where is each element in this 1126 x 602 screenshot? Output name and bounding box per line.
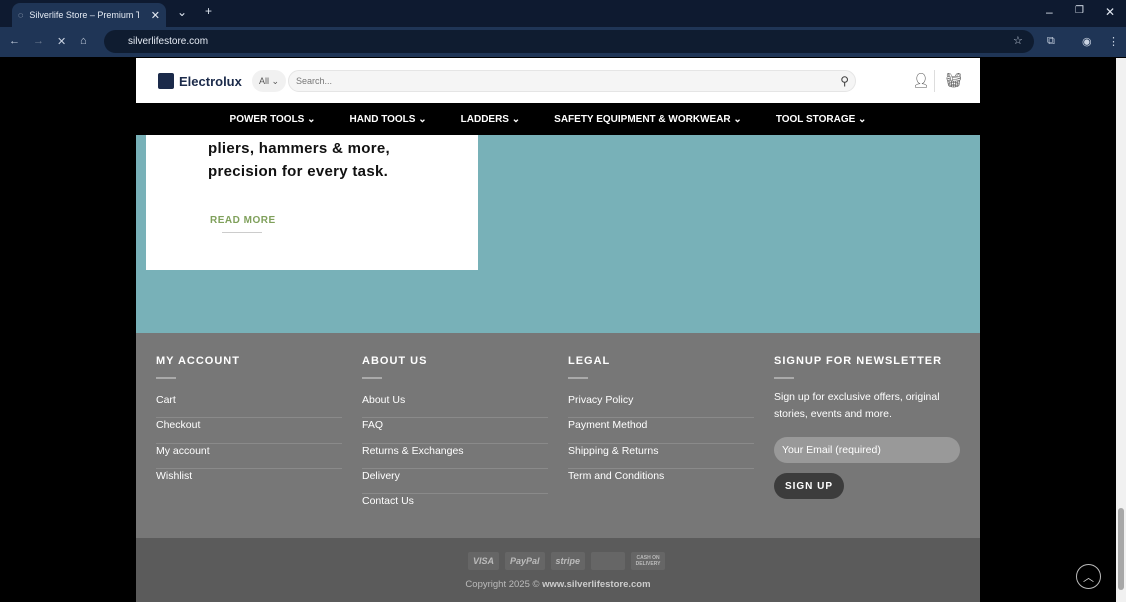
category-select[interactable]: All ⌄	[252, 70, 286, 92]
menu-kebab-icon[interactable]: ⋮	[1108, 35, 1119, 48]
cart-basket-icon[interactable]: 🧺︎	[945, 72, 963, 89]
footer-legal: LEGAL Privacy Policy Payment Method Ship…	[568, 355, 754, 494]
logo[interactable]: Electrolux	[158, 73, 242, 89]
home-icon[interactable]: ⌂	[80, 35, 87, 47]
divider	[222, 232, 262, 233]
address-bar-row: ← → ✕ ⌂ silverlifestore.com ☆ ⧉ ◉ ⋮	[0, 27, 1126, 57]
extensions-icon[interactable]: ⧉	[1047, 35, 1055, 48]
column-title: LEGAL	[568, 355, 611, 367]
copyright: Copyright 2025 © www.silverlifestore.com	[465, 579, 651, 590]
paypal-icon: PayPal	[505, 552, 545, 570]
footer-newsletter: SIGNUP FOR NEWSLETTER Sign up for exclus…	[774, 355, 960, 499]
footer-link[interactable]: Shipping & Returns	[568, 444, 754, 469]
site-favicon-icon: ◌	[18, 10, 24, 20]
footer-link[interactable]: Returns & Exchanges	[362, 444, 548, 469]
account-icon[interactable]: 👤︎	[912, 72, 930, 89]
menu-ladders[interactable]: LADDERS ⌄	[461, 114, 521, 125]
search-placeholder: Search...	[296, 76, 333, 86]
hero-card: pliers, hammers & more, precision for eve…	[146, 135, 478, 270]
footer-link[interactable]: Delivery	[362, 469, 548, 495]
footer-link[interactable]: FAQ	[362, 418, 548, 444]
column-title: ABOUT US	[362, 355, 428, 367]
mastercard-icon	[591, 552, 626, 570]
category-value: All	[258, 76, 269, 86]
site-link[interactable]: www.silverlifestore.com	[542, 579, 650, 590]
tab-title: Silverlife Store – Premium Tools	[29, 10, 140, 20]
tab-strip: ◌ Silverlife Store – Premium Tools ✕ ⌄ +…	[0, 0, 1126, 27]
browser-tab[interactable]: ◌ Silverlife Store – Premium Tools ✕	[12, 3, 166, 27]
footer-link[interactable]: Cart	[156, 393, 342, 419]
back-icon[interactable]: ←	[9, 35, 20, 47]
forward-icon[interactable]: →	[33, 35, 44, 47]
menu-safety-equipment[interactable]: SAFETY EQUIPMENT & WORKWEAR ⌄	[554, 114, 742, 125]
scrollbar-thumb[interactable]	[1118, 508, 1124, 590]
menu-hand-tools[interactable]: HAND TOOLS ⌄	[350, 114, 427, 125]
newsletter-text: Sign up for exclusive offers, original s…	[774, 391, 940, 420]
visa-icon: VISA	[468, 552, 500, 570]
close-window-icon[interactable]: ✕	[1105, 5, 1115, 19]
footer-about: ABOUT US About Us FAQ Returns & Exchange…	[362, 355, 548, 519]
web-page: Electrolux All ⌄ Search... ⚲ 👤︎ 🧺︎ POWER …	[136, 58, 980, 602]
stop-loading-icon[interactable]: ✕	[57, 35, 66, 48]
search-icon[interactable]: ⚲	[840, 74, 849, 88]
footer-link[interactable]: Privacy Policy	[568, 393, 754, 419]
chevron-up-icon: ︿	[1083, 571, 1094, 584]
cash-on-delivery-icon: CASH ON DELIVERY	[631, 552, 666, 570]
footer-link[interactable]: Payment Method	[568, 418, 754, 444]
logo-text: Electrolux	[179, 73, 242, 89]
close-tab-icon[interactable]: ✕	[151, 9, 160, 22]
column-title: SIGNUP FOR NEWSLETTER	[774, 355, 943, 367]
footer-link[interactable]: Term and Conditions	[568, 469, 754, 494]
hero-banner: pliers, hammers & more, precision for eve…	[136, 135, 980, 333]
email-placeholder: Your Email (required)	[782, 444, 881, 456]
footer-link[interactable]: Checkout	[156, 418, 342, 444]
menu-power-tools[interactable]: POWER TOOLS ⌄	[230, 114, 316, 125]
tab-list-icon[interactable]: ⌄	[177, 5, 187, 19]
url-field[interactable]: silverlifestore.com	[104, 30, 1034, 53]
payment-icons: VISA PayPal stripe CASH ON DELIVERY	[468, 552, 666, 570]
footer-link[interactable]: Contact Us	[362, 494, 548, 519]
footer-link[interactable]: My account	[156, 444, 342, 469]
new-tab-icon[interactable]: +	[205, 4, 212, 18]
divider	[934, 70, 935, 92]
restore-icon[interactable]: ❐	[1075, 5, 1084, 16]
footer: MY ACCOUNT Cart Checkout My account Wish…	[136, 333, 980, 538]
hero-text: pliers, hammers & more, precision for eve…	[208, 140, 390, 180]
footer-bottom: VISA PayPal stripe CASH ON DELIVERY Copy…	[136, 538, 980, 602]
scrollbar[interactable]	[1116, 58, 1126, 602]
menu-tool-storage[interactable]: TOOL STORAGE ⌄	[776, 114, 867, 125]
url-text: silverlifestore.com	[128, 36, 209, 47]
sign-up-button[interactable]: SIGN UP	[774, 473, 844, 499]
search-input[interactable]: Search... ⚲	[288, 70, 856, 92]
back-to-top-button[interactable]: ︿	[1076, 564, 1101, 589]
email-input[interactable]: Your Email (required)	[774, 437, 960, 463]
electrolux-logo-icon	[158, 73, 174, 89]
site-header: Electrolux All ⌄ Search... ⚲ 👤︎ 🧺︎	[136, 58, 980, 103]
stripe-icon: stripe	[550, 552, 586, 570]
footer-link[interactable]: About Us	[362, 393, 548, 419]
main-menu: POWER TOOLS ⌄ HAND TOOLS ⌄ LADDERS ⌄ SAF…	[136, 103, 980, 135]
minimize-icon[interactable]: –	[1046, 5, 1053, 19]
footer-my-account: MY ACCOUNT Cart Checkout My account Wish…	[156, 355, 342, 494]
chevron-down-icon: ⌄	[271, 75, 280, 86]
column-title: MY ACCOUNT	[156, 355, 240, 367]
footer-link[interactable]: Wishlist	[156, 469, 342, 494]
read-more-link[interactable]: READ MORE	[210, 215, 276, 226]
bookmark-star-icon[interactable]: ☆	[1013, 34, 1023, 47]
profile-icon[interactable]: ◉	[1082, 35, 1092, 48]
